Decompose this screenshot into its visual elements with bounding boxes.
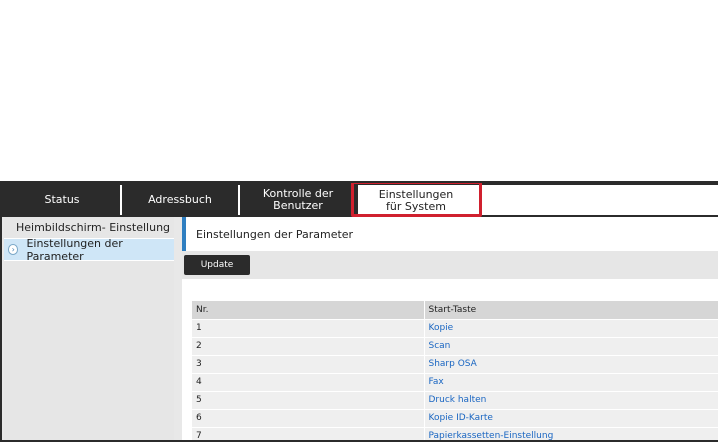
row-nr: 6	[192, 409, 425, 428]
tab-user-control[interactable]: Kontrolle der Benutzer	[240, 185, 356, 215]
tab-address-book[interactable]: Adressbuch	[122, 185, 240, 215]
tab-system-settings[interactable]: Einstellungen für System	[358, 185, 474, 217]
table-row: 5 Druck halten	[192, 391, 718, 410]
row-nr: 2	[192, 337, 425, 356]
table-header-row: Nr. Start-Taste	[192, 301, 718, 320]
app-frame: Status Adressbuch Kontrolle der Benutzer…	[0, 181, 718, 442]
table-row: 6 Kopie ID-Karte	[192, 409, 718, 428]
sidebar: Heimbildschirm- Einstellung › Einstellun…	[4, 217, 174, 440]
page-title: Einstellungen der Parameter	[182, 217, 718, 251]
page-title-text: Einstellungen der Parameter	[196, 227, 354, 241]
row-start-key-link[interactable]: Kopie	[424, 319, 718, 338]
column-header-nr: Nr.	[192, 301, 425, 320]
sidebar-item-label: Heimbildschirm- Einstellung	[16, 221, 171, 234]
sidebar-item-label: Einstellungen der Parameter	[26, 236, 123, 263]
row-nr: 4	[192, 373, 425, 392]
table-row: 7 Papierkassetten-Einstellung	[192, 427, 718, 440]
main-tab-bar: Status Adressbuch Kontrolle der Benutzer…	[2, 183, 718, 217]
table-row: 3 Sharp OSA	[192, 355, 718, 374]
row-start-key-link[interactable]: Scan	[424, 337, 718, 356]
row-start-key-link[interactable]: Kopie ID-Karte	[424, 409, 718, 428]
update-button[interactable]: Update	[184, 255, 250, 275]
action-bar: Update	[182, 251, 718, 279]
sidebar-item-parameter-settings[interactable]: › Einstellungen der Parameter	[4, 236, 174, 263]
row-nr: 5	[192, 391, 425, 410]
row-nr: 3	[192, 355, 425, 374]
table-row: 1 Kopie	[192, 319, 718, 338]
table-row: 2 Scan	[192, 337, 718, 356]
row-start-key-link[interactable]: Druck halten	[424, 391, 718, 410]
main-content: Einstellungen der Parameter Update Nr. S…	[182, 217, 718, 440]
chevron-right-icon: ›	[8, 244, 19, 255]
tab-status[interactable]: Status	[4, 185, 122, 215]
row-start-key-link[interactable]: Papierkassetten-Einstellung	[424, 427, 718, 440]
row-nr: 1	[192, 319, 425, 338]
parameter-table: Nr. Start-Taste 1 Kopie 2 Scan 3 Sharp O…	[192, 301, 718, 440]
tab-bar-filler	[474, 185, 718, 215]
row-start-key-link[interactable]: Fax	[424, 373, 718, 392]
table-row: 4 Fax	[192, 373, 718, 392]
column-header-start-key: Start-Taste	[424, 301, 718, 320]
row-start-key-link[interactable]: Sharp OSA	[424, 355, 718, 374]
row-nr: 7	[192, 427, 425, 440]
